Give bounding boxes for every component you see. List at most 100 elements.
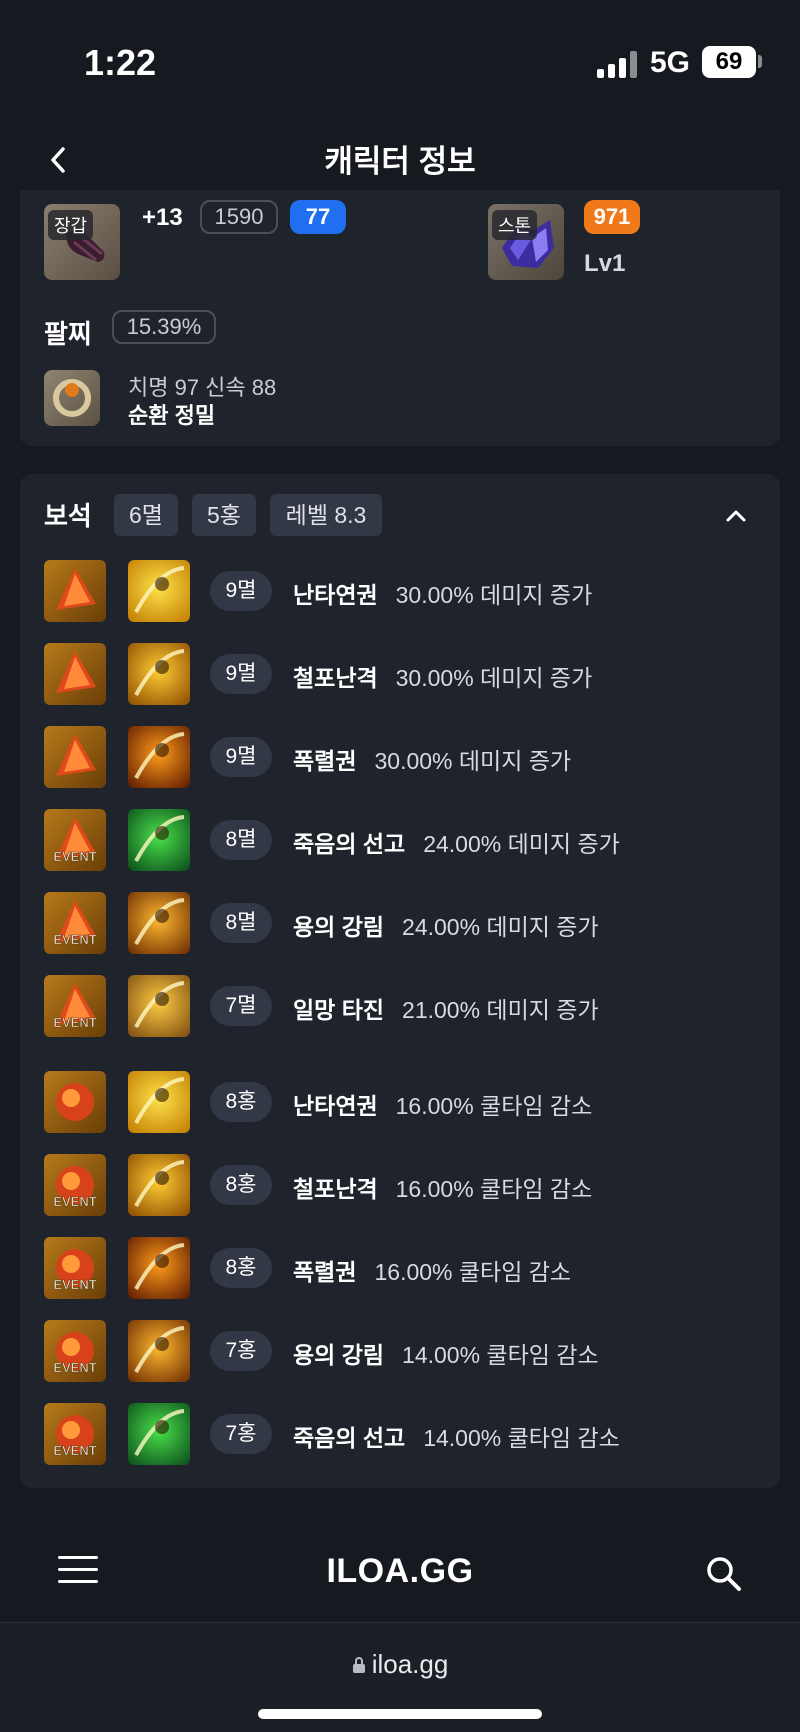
skill-art-icon — [134, 1409, 185, 1456]
gem-row[interactable]: 8홍 난타연권 16.00% 쿨타임 감소 — [20, 1069, 780, 1135]
browser-url-bar[interactable]: iloa.gg — [0, 1622, 800, 1732]
gem-row[interactable]: EVENT 8멸 죽음의 선고 24.00% 데미지 증가 — [20, 807, 780, 873]
gem-skill: 용의 강림 14.00% 쿨타임 감소 — [293, 1336, 599, 1370]
collapse-button[interactable] — [716, 496, 756, 536]
skill-art-icon — [134, 815, 185, 862]
gem-summary-chip: 5홍 — [192, 494, 256, 536]
gem-summary-chip: 레벨 8.3 — [270, 494, 382, 536]
gem-icon: EVENT — [44, 1403, 106, 1465]
skill-art-icon — [134, 566, 185, 613]
glove-item-level: 1590 — [200, 200, 278, 234]
gem-skill: 난타연권 16.00% 쿨타임 감소 — [293, 1087, 592, 1121]
skill-art-icon — [134, 898, 185, 945]
skill-icon — [128, 975, 190, 1037]
gem-effect: 16.00% 쿨타임 감소 — [374, 1259, 572, 1285]
skill-icon — [128, 1071, 190, 1133]
gem-row[interactable]: EVENT 8홍 철포난격 16.00% 쿨타임 감소 — [20, 1152, 780, 1218]
crimson-gem-icon — [56, 1083, 94, 1121]
skill-name: 난타연권 — [293, 582, 378, 608]
site-logo[interactable]: ILOA.GG — [0, 1552, 800, 1591]
search-button[interactable] — [704, 1554, 744, 1594]
gem-icon: EVENT — [44, 975, 106, 1037]
annihilation-gem-icon: EVENT — [53, 817, 97, 864]
gem-row[interactable]: 9멸 난타연권 30.00% 데미지 증가 — [20, 558, 780, 624]
gem-effect: 30.00% 데미지 증가 — [374, 748, 572, 774]
lock-icon — [352, 1657, 365, 1673]
gem-level-badge: 8홍 — [210, 1165, 272, 1205]
skill-name: 폭렬권 — [293, 1259, 357, 1285]
gem-skill: 폭렬권 30.00% 데미지 증가 — [293, 742, 571, 776]
gem-icon: EVENT — [44, 1154, 106, 1216]
gem-icon — [44, 560, 106, 622]
gem-skill: 난타연권 30.00% 데미지 증가 — [293, 576, 592, 610]
gem-icon: EVENT — [44, 1237, 106, 1299]
home-indicator[interactable] — [258, 1709, 542, 1719]
stone-tag: 스톤 — [492, 210, 538, 240]
battery-icon: 69 — [702, 46, 756, 78]
event-label: EVENT — [53, 1015, 96, 1030]
skill-art-icon — [134, 1326, 185, 1373]
bracelet-effects: 순환 정밀 — [128, 403, 216, 428]
gem-level-badge: 8멸 — [210, 903, 272, 943]
bracelet-icon — [53, 379, 91, 417]
gem-row[interactable]: EVENT 8홍 폭렬권 16.00% 쿨타임 감소 — [20, 1235, 780, 1301]
skill-art-icon — [134, 649, 185, 696]
bracelet-label: 팔찌 — [44, 319, 92, 349]
skill-name: 죽음의 선고 — [293, 831, 406, 857]
gem-skill: 철포난격 16.00% 쿨타임 감소 — [293, 1170, 592, 1204]
gem-skill: 용의 강림 24.00% 데미지 증가 — [293, 908, 599, 942]
url-text: iloa.gg — [371, 1649, 449, 1679]
skill-name: 용의 강림 — [293, 1342, 385, 1368]
gem-skill: 죽음의 선고 24.00% 데미지 증가 — [293, 825, 620, 859]
event-label: EVENT — [53, 849, 96, 864]
gem-skill: 일망 타진 21.00% 데미지 증가 — [293, 991, 599, 1025]
collapse-chevron-icon — [726, 510, 746, 522]
search-icon — [707, 1557, 741, 1591]
annihilation-gem-icon — [56, 651, 96, 693]
equipment-card: 장갑 +13 1590 77 스톤 971 Lv1 팔찌 15.39% 치명 9… — [20, 190, 780, 446]
skill-name: 철포난격 — [293, 665, 378, 691]
cellular-signal-icon — [597, 50, 637, 78]
glove-item-icon[interactable]: 장갑 — [44, 204, 120, 280]
url-display[interactable]: iloa.gg — [0, 1649, 800, 1680]
gem-row[interactable]: 9멸 폭렬권 30.00% 데미지 증가 — [20, 724, 780, 790]
stone-item-icon[interactable]: 스톤 — [488, 204, 564, 280]
gem-icon — [44, 726, 106, 788]
gem-row[interactable]: EVENT 7홍 용의 강림 14.00% 쿨타임 감소 — [20, 1318, 780, 1384]
skill-art-icon — [134, 1077, 185, 1124]
glove-tag: 장갑 — [48, 210, 94, 240]
gem-icon: EVENT — [44, 1320, 106, 1382]
annihilation-gem-icon — [56, 734, 96, 776]
skill-icon — [128, 1320, 190, 1382]
gem-row[interactable]: EVENT 7홍 죽음의 선고 14.00% 쿨타임 감소 — [20, 1401, 780, 1467]
gem-effect: 14.00% 쿨타임 감소 — [423, 1425, 620, 1451]
gem-level-badge: 7홍 — [210, 1331, 272, 1371]
gem-skill: 철포난격 30.00% 데미지 증가 — [293, 659, 592, 693]
gem-icon: EVENT — [44, 892, 106, 954]
skill-icon — [128, 726, 190, 788]
skill-icon — [128, 643, 190, 705]
gem-level-badge: 9멸 — [210, 654, 272, 694]
annihilation-gem-icon — [56, 568, 96, 610]
gem-icon: EVENT — [44, 809, 106, 871]
bracelet-item-icon[interactable] — [44, 370, 100, 426]
skill-name: 철포난격 — [293, 1176, 378, 1202]
gem-level-badge: 9멸 — [210, 571, 272, 611]
gem-summary-chip: 6멸 — [114, 494, 178, 536]
glove-enhance: +13 — [142, 204, 183, 231]
gem-skill: 폭렬권 16.00% 쿨타임 감소 — [293, 1253, 571, 1287]
skill-icon — [128, 892, 190, 954]
gem-effect: 21.00% 데미지 증가 — [402, 997, 599, 1023]
glove-quality-badge: 77 — [290, 200, 346, 234]
skill-name: 폭렬권 — [293, 748, 357, 774]
network-type: 5G — [650, 46, 691, 79]
gem-effect: 16.00% 쿨타임 감소 — [395, 1093, 593, 1119]
gem-level-badge: 7멸 — [210, 986, 272, 1026]
gem-row[interactable]: EVENT 7멸 일망 타진 21.00% 데미지 증가 — [20, 973, 780, 1039]
gem-row[interactable]: EVENT 8멸 용의 강림 24.00% 데미지 증가 — [20, 890, 780, 956]
gems-card: 보석 6멸 5홍 레벨 8.3 9멸 난타연권 30.00% 데미지 증가 9멸 철포난… — [20, 474, 780, 1488]
gem-row[interactable]: 9멸 철포난격 30.00% 데미지 증가 — [20, 641, 780, 707]
skill-art-icon — [134, 981, 185, 1028]
gems-title: 보석 — [44, 501, 92, 531]
gem-effect: 30.00% 데미지 증가 — [395, 665, 593, 691]
